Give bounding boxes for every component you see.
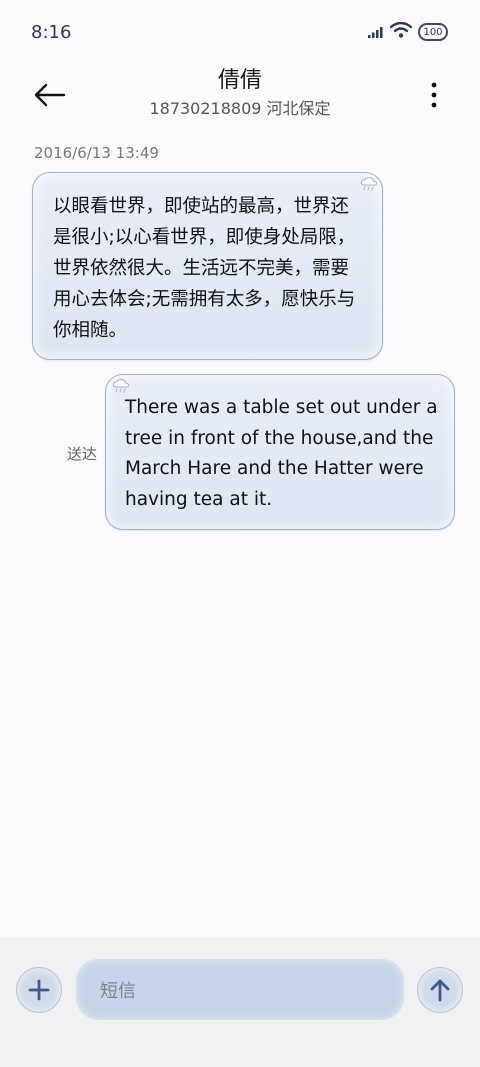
- outgoing-message-bubble[interactable]: There was a table set out under a tree i…: [105, 374, 455, 530]
- send-arrow-icon: [430, 979, 450, 1002]
- signal-icon: [368, 23, 384, 42]
- battery-icon: 100: [418, 23, 448, 41]
- status-icons: 100: [368, 21, 448, 42]
- messaging-screen: 8:16 100 倩倩 18730218809 河北保定 2016/6/13 1…: [0, 0, 480, 1067]
- delivery-status: 送达: [67, 445, 98, 463]
- outgoing-message-text: There was a table set out under a tree i…: [125, 397, 438, 510]
- more-options-button[interactable]: [422, 78, 446, 112]
- cloud-rain-icon: [360, 177, 378, 191]
- incoming-message-bubble[interactable]: 以眼看世界，即使站的最高，世界还是很小;以心看世界，即使身处局限，世界依然很大。…: [32, 172, 383, 360]
- conversation-header: 倩倩 18730218809 河北保定: [0, 66, 480, 136]
- message-composer: 短信: [0, 937, 480, 1067]
- status-bar: 8:16 100: [0, 0, 480, 66]
- status-time: 8:16: [31, 22, 72, 43]
- sms-input[interactable]: 短信: [76, 959, 404, 1020]
- cloud-rain-icon: [112, 379, 130, 393]
- contact-number-location: 18730218809 河北保定: [149, 99, 331, 118]
- incoming-message-text: 以眼看世界，即使站的最高，世界还是很小;以心看世界，即使身处局限，世界依然很大。…: [53, 196, 356, 341]
- contact-name: 倩倩: [217, 68, 262, 93]
- message-timestamp: 2016/6/13 13:49: [34, 144, 159, 162]
- send-button[interactable]: [417, 967, 463, 1013]
- back-arrow-icon: [34, 83, 66, 107]
- battery-level: 100: [423, 26, 443, 38]
- more-vertical-icon: [431, 82, 437, 108]
- plus-icon: [28, 979, 50, 1001]
- sms-input-placeholder: 短信: [100, 980, 136, 1002]
- wifi-icon: [389, 21, 413, 42]
- contact-title-block: 倩倩 18730218809 河北保定: [90, 66, 390, 122]
- back-button[interactable]: [28, 78, 72, 112]
- add-attachment-button[interactable]: [16, 967, 62, 1013]
